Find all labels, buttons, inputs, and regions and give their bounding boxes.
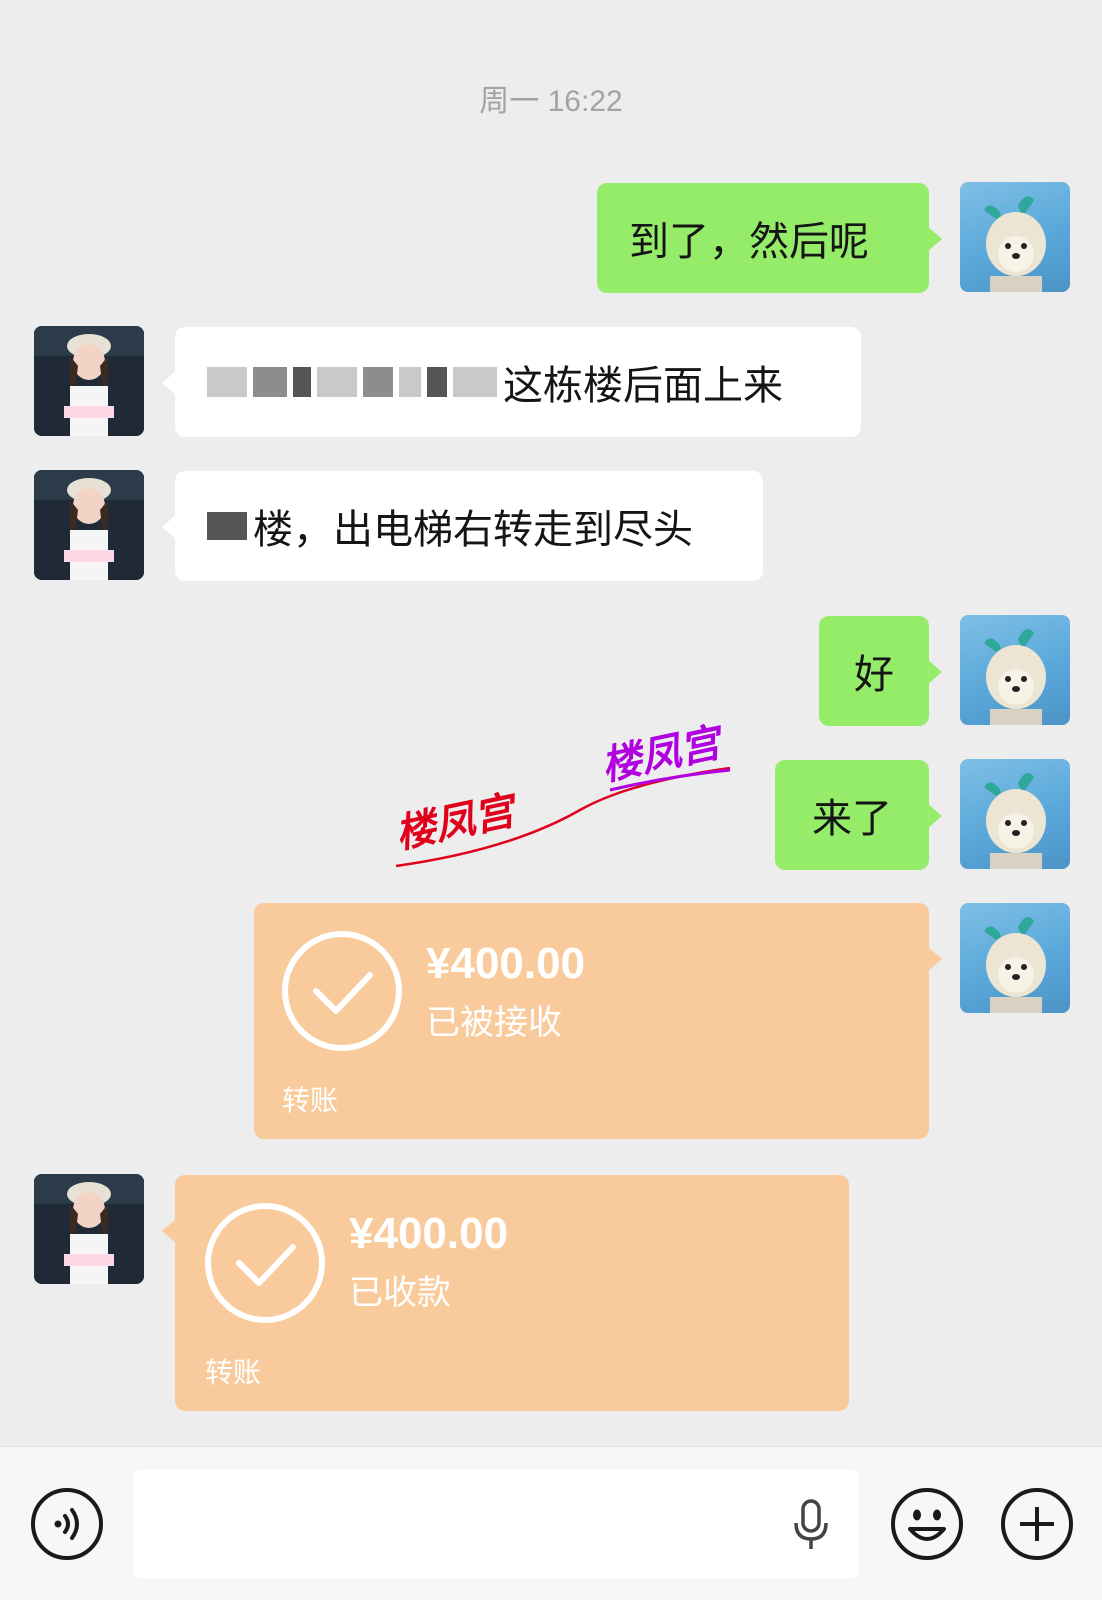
transfer-label: 转账 (282, 1084, 339, 1117)
plus-icon[interactable] (1000, 1487, 1074, 1561)
message-input[interactable] (133, 1469, 859, 1579)
woman-avatar-image (34, 470, 144, 580)
redacted-block (317, 367, 357, 397)
woman-avatar-image (34, 1174, 144, 1284)
other-avatar[interactable] (34, 326, 144, 436)
transfer-status: 已被接收 (426, 1003, 562, 1043)
redacted-block (207, 367, 247, 397)
message-text: 好 (854, 652, 894, 698)
woman-avatar-image (34, 326, 144, 436)
message-text: 这栋楼后面上来 (503, 363, 783, 409)
redacted-block (453, 367, 497, 397)
redacted-block (293, 367, 311, 397)
redacted-block (427, 367, 447, 397)
microphone-icon[interactable] (791, 1499, 831, 1553)
message-text: 到了，然后呢 (629, 219, 869, 265)
redacted-block (399, 367, 421, 397)
transfer-status: 已收款 (349, 1273, 451, 1313)
message-text: 来了 (812, 796, 892, 842)
transfer-amount: ¥400.00 (426, 939, 586, 988)
self-avatar[interactable] (960, 615, 1070, 725)
message-bubble-other[interactable]: 楼，出电梯右转走到尽头 (162, 471, 763, 581)
redacted-block (253, 367, 287, 397)
dog-avatar-image (984, 196, 1046, 292)
message-bubble-self[interactable]: 好 (819, 616, 942, 726)
message-bubble-self[interactable]: 来了 (775, 760, 942, 870)
redacted-block (363, 367, 393, 397)
emoji-icon[interactable] (890, 1487, 964, 1561)
check-icon (205, 1203, 325, 1323)
redacted-block (207, 512, 247, 540)
message-text: 楼，出电梯右转走到尽头 (253, 507, 693, 553)
chat-input-bar (0, 1446, 1102, 1600)
other-avatar[interactable] (34, 1174, 144, 1284)
self-avatar[interactable] (960, 903, 1070, 1013)
dog-avatar-image (984, 773, 1046, 869)
transfer-card-received[interactable]: ¥400.00 已收款 转账 (162, 1175, 849, 1411)
voice-toggle-icon[interactable] (30, 1487, 104, 1561)
transfer-amount: ¥400.00 (349, 1209, 509, 1258)
other-avatar[interactable] (34, 470, 144, 580)
self-avatar[interactable] (960, 759, 1070, 869)
message-bubble-self[interactable]: 到了，然后呢 (597, 183, 942, 293)
dog-avatar-image (984, 629, 1046, 725)
message-bubble-other[interactable]: 这栋楼后面上来 (162, 327, 861, 437)
transfer-card-sent[interactable]: ¥400.00 已被接收 转账 (254, 903, 942, 1139)
check-icon (282, 931, 402, 1051)
transfer-label: 转账 (205, 1356, 262, 1389)
message-timestamp: 周一 16:22 (479, 85, 623, 118)
dog-avatar-image (984, 917, 1046, 1013)
self-avatar[interactable] (960, 182, 1070, 292)
